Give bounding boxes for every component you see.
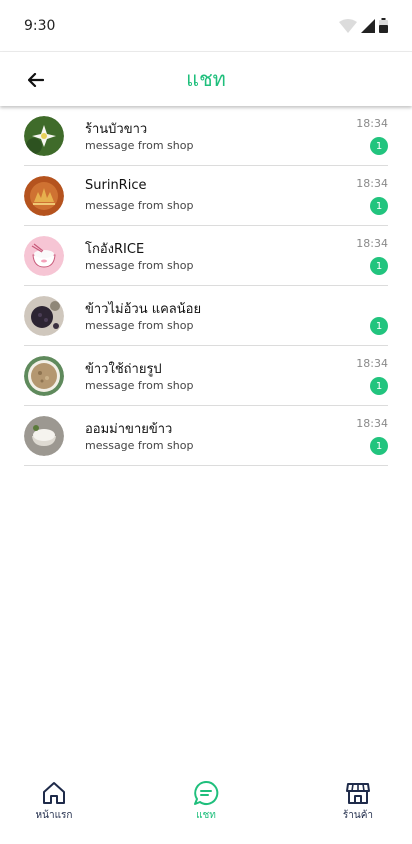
chat-preview: message from shop (85, 259, 194, 272)
chat-time: 18:34 (356, 177, 388, 190)
status-time: 9:30 (24, 17, 56, 34)
store-icon (346, 783, 370, 804)
chat-item[interactable]: โกอังRICE message from shop 18:34 1 (24, 226, 388, 286)
nav-home[interactable]: หน้าแรก (18, 768, 90, 844)
shop-avatar (24, 236, 64, 276)
shop-avatar (24, 416, 64, 456)
chat-name: SurinRice (85, 178, 147, 193)
chat-name: ข้าวไม่อ้วน แคลน้อย (85, 302, 202, 317)
chat-item[interactable]: ข้าวใช้ถ่ายรูป message from shop 18:34 1 (24, 346, 388, 406)
chat-name: ออมม่าขายข้าว (85, 422, 173, 437)
status-icons (339, 18, 388, 33)
chat-preview: message from shop (85, 139, 194, 152)
chat-item[interactable]: ร้านบัวขาว message from shop 18:34 1 (24, 106, 388, 166)
chat-name: ข้าวใช้ถ่ายรูป (85, 362, 162, 377)
chat-time: 18:34 (356, 357, 388, 370)
unread-badge: 1 (370, 197, 388, 215)
shop-avatar (24, 356, 64, 396)
nav-shop[interactable]: ร้านค้า (322, 768, 394, 844)
chat-list: ร้านบัวขาว message from shop 18:34 1 Sur… (24, 106, 388, 466)
home-icon (43, 782, 65, 804)
app-bar: แชท (0, 52, 412, 106)
unread-badge: 1 (370, 377, 388, 395)
shop-avatar (24, 176, 64, 216)
chat-item[interactable]: SurinRice message from shop 18:34 1 (24, 166, 388, 226)
nav-home-label: หน้าแรก (35, 810, 73, 821)
nav-shop-label: ร้านค้า (342, 810, 374, 821)
chat-preview: message from shop (85, 439, 194, 452)
wifi-icon (339, 18, 357, 33)
chat-bubble-icon (194, 780, 219, 805)
unread-badge: 1 (370, 437, 388, 455)
signal-icon (361, 18, 375, 33)
chat-preview: message from shop (85, 379, 194, 392)
unread-badge: 1 (370, 137, 388, 155)
unread-badge: 1 (370, 257, 388, 275)
unread-badge: 1 (370, 317, 388, 335)
chat-preview: message from shop (85, 199, 194, 212)
back-button[interactable] (22, 66, 50, 94)
chat-item[interactable]: ข้าวไม่อ้วน แคลน้อย message from shop 1 (24, 286, 388, 346)
chat-name: โกอังRICE (85, 242, 145, 257)
arrow-left-icon (28, 73, 44, 87)
bottom-nav: หน้าแรก แชท ร้านค้า (0, 768, 412, 844)
shop-avatar (24, 116, 64, 156)
chat-time: 18:34 (356, 237, 388, 250)
chat-item[interactable]: ออมม่าขายข้าว message from shop 18:34 1 (24, 406, 388, 466)
chat-preview: message from shop (85, 319, 194, 332)
nav-chat-label: แชท (196, 810, 216, 821)
shop-avatar (24, 296, 64, 336)
chat-name: ร้านบัวขาว (85, 122, 148, 137)
battery-icon (379, 18, 388, 33)
page-title: แชท (186, 67, 226, 91)
status-bar: 9:30 (0, 0, 412, 52)
chat-time: 18:34 (356, 417, 388, 430)
chat-time: 18:34 (356, 117, 388, 130)
nav-chat[interactable]: แชท (170, 768, 242, 844)
